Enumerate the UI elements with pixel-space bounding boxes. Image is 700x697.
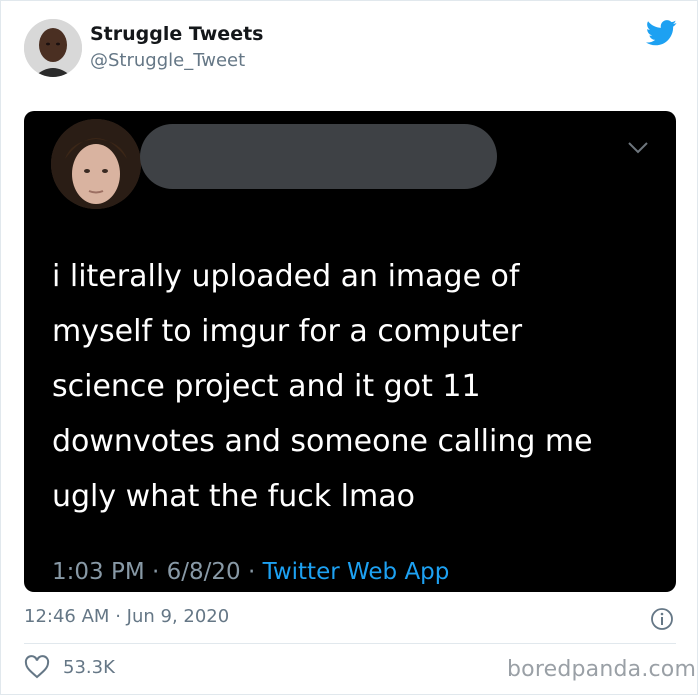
divider <box>24 643 676 644</box>
chevron-down-icon[interactable] <box>627 141 649 155</box>
embedded-date: 6/8/20 <box>166 559 241 585</box>
tweet-line: i literally uploaded an image of <box>52 259 520 294</box>
embedded-tweet-text: i literally uploaded an image of myself … <box>52 249 662 524</box>
tweet-timestamp[interactable]: 12:46 AM · Jun 9, 2020 <box>24 606 229 627</box>
tweet-line: downvotes and someone calling me <box>52 424 593 459</box>
source-app-link[interactable]: Twitter Web App <box>263 559 450 585</box>
profile-avatar[interactable] <box>24 19 82 77</box>
tweet-date: Jun 9, 2020 <box>126 606 230 627</box>
twitter-bird-icon[interactable] <box>646 20 677 46</box>
tweet-time: 12:46 AM <box>24 606 110 627</box>
user-handle[interactable]: @Struggle_Tweet <box>90 50 245 71</box>
tweet-line: myself to imgur for a computer <box>52 314 523 349</box>
redacted-username <box>140 124 497 189</box>
tweet-line: science project and it got 11 <box>52 369 481 404</box>
like-count[interactable]: 53.3K <box>63 657 115 678</box>
meta-separator: · <box>247 559 256 585</box>
embedded-avatar <box>51 119 141 209</box>
watermark: boredpanda.com <box>507 657 697 682</box>
heart-icon[interactable] <box>24 655 50 679</box>
tweet-header: Struggle Tweets @Struggle_Tweet <box>0 0 700 100</box>
display-name[interactable]: Struggle Tweets <box>90 23 263 45</box>
meta-separator: · <box>152 559 160 585</box>
timestamp-separator: · <box>115 606 121 627</box>
tweet-line: ugly what the fuck lmao <box>52 479 415 514</box>
embedded-time: 1:03 PM <box>52 559 145 585</box>
info-icon[interactable] <box>650 607 674 631</box>
embedded-tweet-meta: 1:03 PM · 6/8/20 · Twitter Web App <box>52 559 449 585</box>
embedded-tweet-screenshot: i literally uploaded an image of myself … <box>24 111 676 592</box>
